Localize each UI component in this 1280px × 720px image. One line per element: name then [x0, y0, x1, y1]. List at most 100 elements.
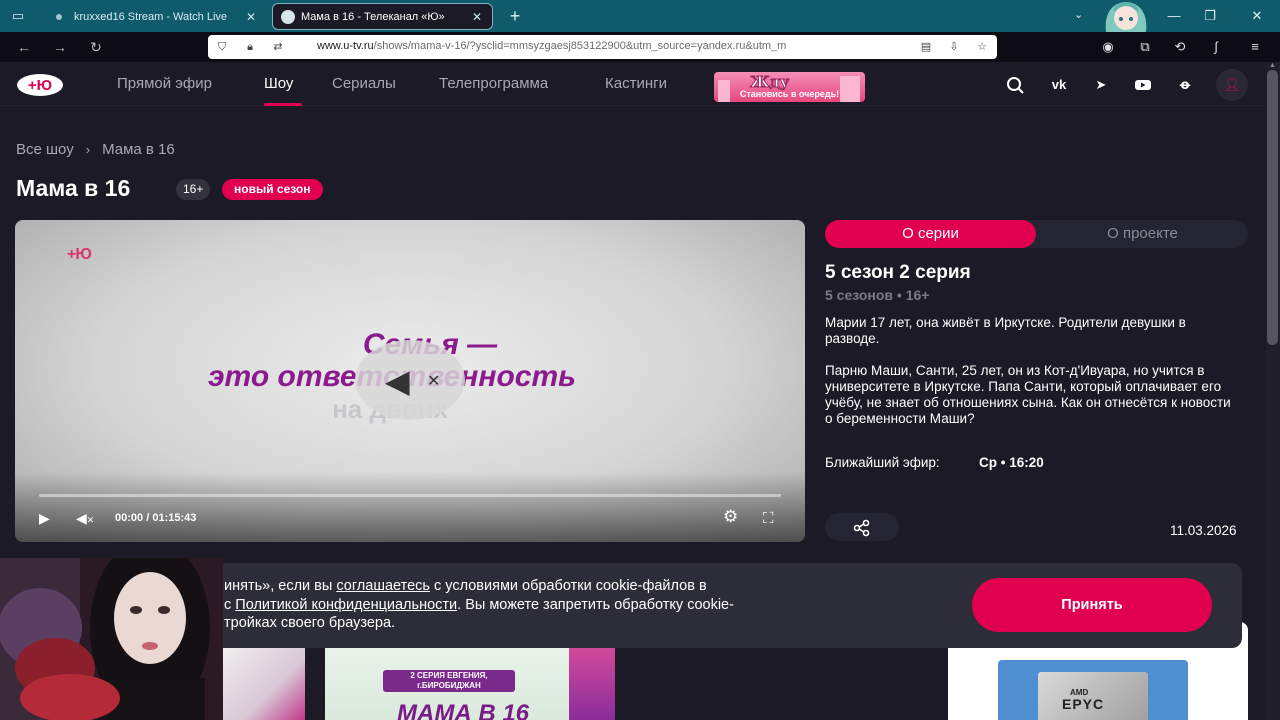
episode-date: 11.03.2026: [1170, 523, 1237, 538]
chevron-down-icon[interactable]: ⌄: [1074, 8, 1083, 21]
episode-age: 16+: [905, 287, 930, 303]
tab-mama-v-16[interactable]: Мама в 16 - Телеканал «Ю» ✕: [272, 3, 493, 30]
active-menu-underline: [264, 103, 302, 106]
logo-text: +Ю: [28, 77, 52, 94]
tab-kruxxed16[interactable]: kruxxed16 Stream - Watch Live ✕: [42, 3, 266, 30]
promo-banner[interactable]: Жду Становись в очередь!: [714, 72, 865, 102]
restore-icon[interactable]: ❐: [1198, 6, 1222, 26]
episode-thumbnail[interactable]: [222, 648, 305, 720]
url-text[interactable]: www.u-tv.ru/shows/mama-v-16/?ysclid=mmsy…: [317, 40, 909, 52]
tab-close-icon[interactable]: ✕: [470, 10, 484, 24]
episode-description-2: Парню Маши, Санти, 25 лет, он из Кот-д'И…: [825, 363, 1231, 426]
menu-icon[interactable]: ≡: [1246, 39, 1264, 55]
settings-gear-icon[interactable]: ⚙: [723, 507, 738, 527]
reload-icon[interactable]: ↻: [86, 37, 106, 57]
close-window-icon[interactable]: ✕: [1245, 6, 1269, 26]
telegram-icon[interactable]: ➤: [1091, 76, 1111, 94]
webcam-overlay: [0, 558, 223, 720]
reader-mode-icon[interactable]: ▤: [918, 39, 934, 55]
menu-item-live[interactable]: Прямой эфир: [117, 75, 212, 92]
odnoklassniki-icon[interactable]: ꝋ: [1175, 76, 1195, 94]
user-icon[interactable]: 👤︎: [1216, 69, 1248, 101]
video-watermark-logo: +Ю: [67, 246, 92, 263]
thumbnail-label: 2 СЕРИЯ ЕВГЕНИЯ, г.БИРОБИДЖАН: [383, 670, 515, 692]
menu-item-castings[interactable]: Кастинги: [605, 75, 667, 92]
chevron-right-icon: ›: [85, 142, 91, 157]
cookie-text-part: инять», если вы: [224, 578, 337, 594]
tab-favicon-dot-icon: [56, 13, 62, 20]
browser-tab-bar: ▭ kruxxed16 Stream - Watch Live ✕ Мама в…: [0, 0, 1280, 32]
cookie-text-part: с: [224, 596, 236, 613]
accept-cookies-button[interactable]: Принять: [972, 578, 1212, 632]
cookie-text: инять», если вы соглашаетесь с условиями…: [224, 577, 914, 633]
history-icon[interactable]: ⟲: [1171, 39, 1189, 55]
new-season-badge: новый сезон: [222, 179, 323, 200]
tab-title: Мама в 16 - Телеканал «Ю»: [301, 10, 445, 23]
privacy-policy-link[interactable]: Политикой конфиденциальности: [235, 597, 457, 613]
next-air-label: Ближайший эфир:: [825, 455, 940, 470]
progress-bar[interactable]: [39, 494, 781, 497]
youtube-icon[interactable]: [1133, 76, 1153, 94]
address-bar[interactable]: ⛉ 🔒︎ ⇄ www.u-tv.ru/shows/mama-v-16/?yscl…: [208, 35, 997, 59]
tab-about-project[interactable]: О проекте: [1037, 220, 1248, 248]
tab-about-episode[interactable]: О серии: [825, 220, 1036, 248]
tab-actions-icon[interactable]: ▭: [6, 6, 30, 26]
cookie-text-part: тройках своего браузера.: [224, 615, 396, 631]
thumbnail-title: МАМА В 16: [397, 700, 530, 720]
vk-icon[interactable]: vk: [1049, 76, 1069, 94]
fullscreen-icon[interactable]: ⛶: [763, 510, 774, 527]
age-badge: 16+: [176, 179, 211, 200]
meta-separator: •: [896, 287, 902, 303]
mascot-icon: [1105, 2, 1147, 32]
breadcrumb: Все шоу › Мама в 16: [16, 141, 175, 158]
video-player[interactable]: +Ю Семья — это ответственность на двоих …: [15, 220, 805, 542]
time-separator: /: [146, 512, 150, 524]
episode-title: 5 сезон 2 серия: [825, 262, 971, 283]
episode-thumbnail[interactable]: 2 СЕРИЯ ЕВГЕНИЯ, г.БИРОБИДЖАН МАМА В 16: [325, 648, 615, 720]
url-path: /shows/mama-v-16/?ysclid=mmsyzgaesj85312…: [373, 40, 787, 52]
page-title: Мама в 16: [16, 175, 131, 201]
volume-muted-icon[interactable]: ◀✕: [76, 510, 94, 527]
seasons-count: 5 сезонов: [825, 287, 894, 303]
menu-item-shows[interactable]: Шоу: [264, 75, 293, 92]
current-time: 00:00: [115, 512, 144, 524]
episode-description-1: Марии 17 лет, она живёт в Иркутске. Роди…: [825, 315, 1186, 346]
sync-icon[interactable]: ∫: [1207, 39, 1225, 55]
account-icon[interactable]: ◉: [1099, 39, 1117, 55]
cookie-text-part: с условиями обработки cookie-файлов в: [429, 578, 707, 594]
mute-x-icon: ✕: [427, 373, 441, 390]
episode-meta: 5 сезонов • 16+: [825, 287, 929, 303]
back-arrow-icon[interactable]: ←: [14, 37, 34, 57]
minimize-icon[interactable]: —: [1162, 6, 1186, 26]
shield-icon[interactable]: ⛉: [214, 39, 230, 55]
unmute-overlay-button[interactable]: ◀ ✕: [355, 340, 465, 420]
speaker-icon: ◀: [385, 363, 410, 399]
bookmark-star-icon[interactable]: ☆: [974, 39, 990, 55]
player-controls-shade: [15, 472, 805, 542]
menu-item-tv-schedule[interactable]: Телепрограмма: [439, 75, 548, 92]
scroll-up-arrow-icon[interactable]: ▲: [1267, 62, 1278, 70]
breadcrumb-all-shows[interactable]: Все шоу: [16, 141, 74, 158]
search-icon[interactable]: [1006, 76, 1026, 94]
play-icon[interactable]: ▶: [39, 510, 50, 527]
download-page-icon[interactable]: ⇩: [946, 39, 962, 55]
thumbnail-decoration: [569, 648, 615, 720]
tab-title: kruxxed16 Stream - Watch Live: [74, 10, 228, 23]
extensions-icon[interactable]: ⧉: [1136, 39, 1154, 55]
new-tab-button[interactable]: +: [506, 6, 524, 26]
share-button[interactable]: [825, 513, 899, 541]
scrollbar-thumb[interactable]: [1267, 70, 1278, 345]
cookie-agree-link[interactable]: соглашаетесь: [336, 578, 430, 594]
tab-close-icon[interactable]: ✕: [244, 10, 258, 24]
promo-subtitle: Становись в очередь!: [739, 89, 840, 99]
share-icon: [853, 519, 870, 537]
ad-model: EPYC: [1062, 696, 1105, 712]
url-host: www.u-tv.ru: [317, 40, 374, 52]
site-logo[interactable]: +Ю: [16, 73, 68, 97]
cpu-image: AMD EPYC: [998, 660, 1188, 720]
meta-separator: •: [1000, 455, 1006, 470]
permissions-icon[interactable]: ⇄: [270, 39, 286, 55]
lock-icon[interactable]: 🔒︎: [242, 39, 258, 55]
forward-arrow-icon[interactable]: →: [50, 37, 70, 57]
menu-item-series[interactable]: Сериалы: [332, 75, 396, 92]
